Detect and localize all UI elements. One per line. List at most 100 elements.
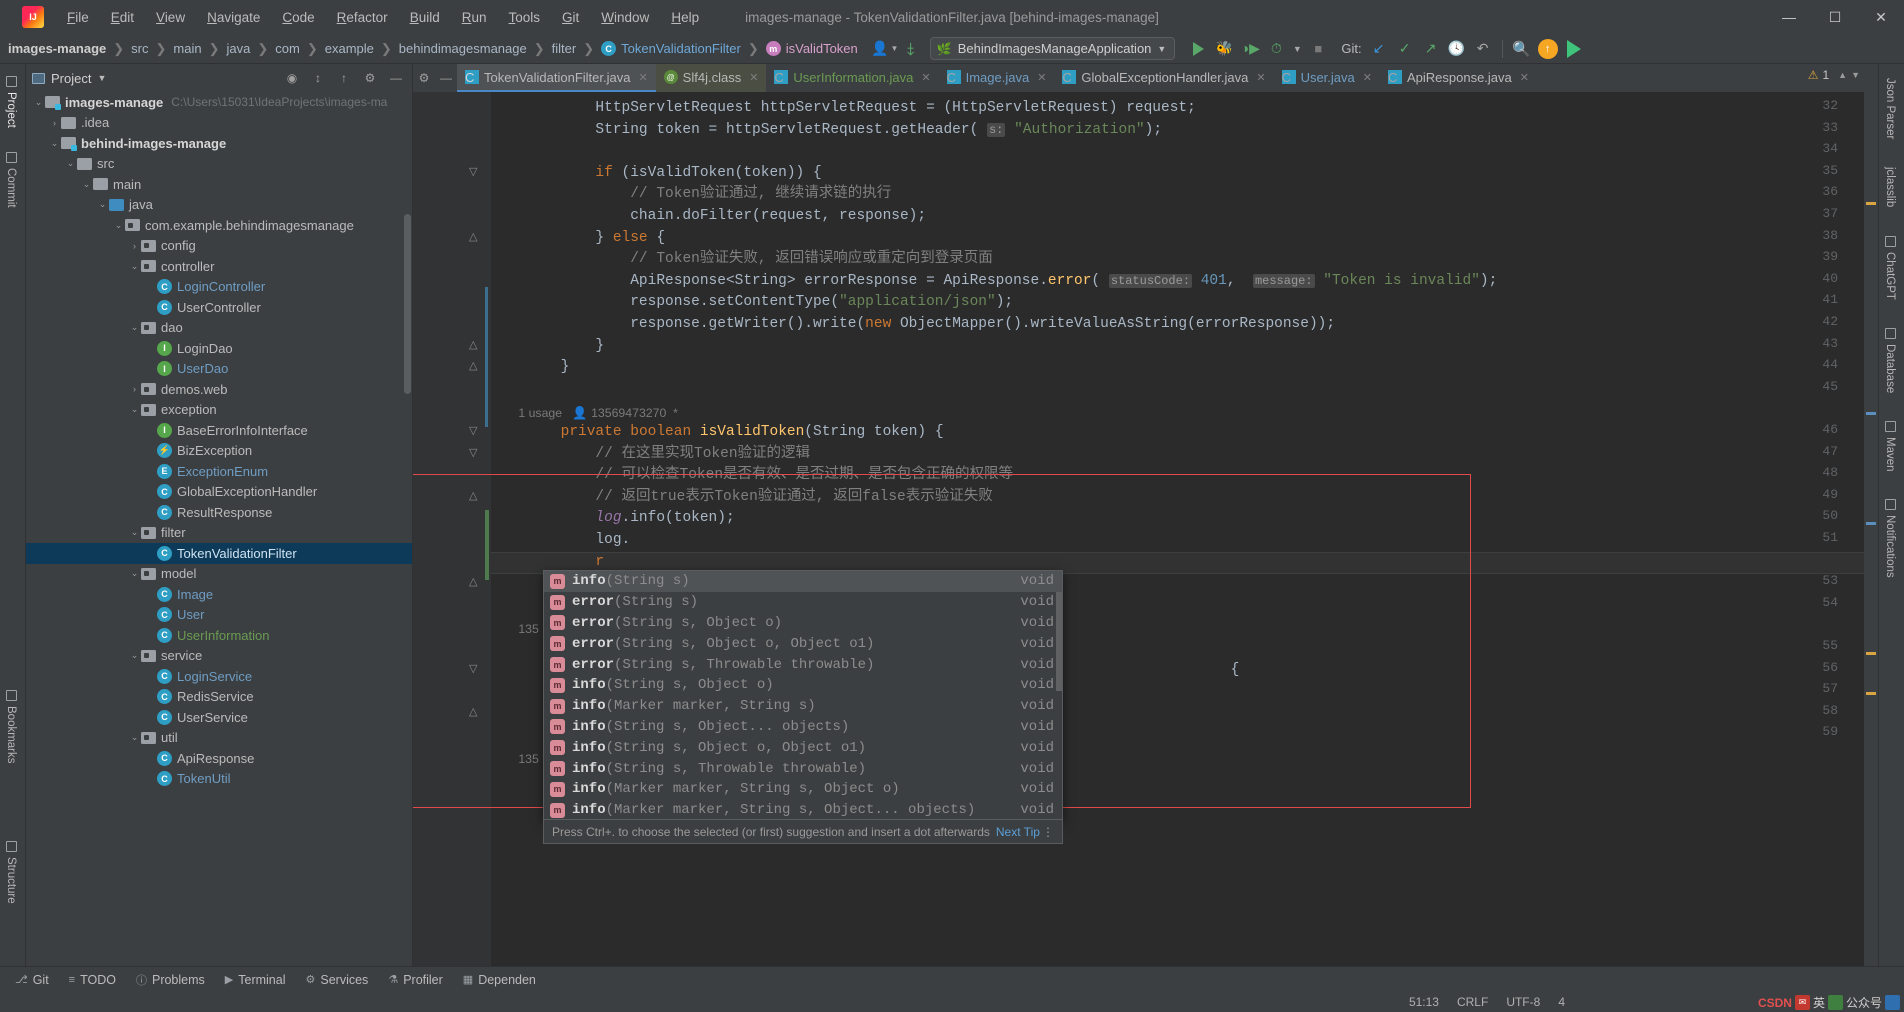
menu-item-code[interactable]: Code	[271, 7, 325, 28]
tool-window-commit[interactable]: Commit	[0, 144, 22, 216]
tool-window-chatgpt[interactable]: ChatGPT	[1879, 228, 1901, 308]
debug-button[interactable]: 🐝	[1211, 36, 1237, 62]
tree-item[interactable]: I LoginDao	[26, 338, 412, 359]
autocomplete-item[interactable]: m info (Marker marker, String s, Object...…	[544, 800, 1062, 819]
breadcrumb-item-behindimagesmanage[interactable]: behindimagesmanage	[399, 41, 527, 56]
tree-item[interactable]: ⚡ BizException	[26, 441, 412, 462]
tree-item[interactable]: E ExceptionEnum	[26, 461, 412, 482]
autocomplete-item[interactable]: m error (String s, Object o, Object o1) voi…	[544, 633, 1062, 654]
tree-item[interactable]: I BaseErrorInfoInterface	[26, 420, 412, 441]
tree-item[interactable]: ⌄ images-manage C:\Users\15031\IdeaProject…	[26, 92, 412, 113]
close-tab-icon[interactable]: ✕	[638, 71, 647, 84]
autocomplete-item[interactable]: m info (String s) void	[544, 571, 1062, 592]
chevron-down-icon[interactable]: ⌄	[128, 404, 141, 415]
tree-item[interactable]: C UserController	[26, 297, 412, 318]
tree-item[interactable]: C LoginController	[26, 277, 412, 298]
close-tab-icon[interactable]: ✕	[921, 71, 930, 84]
chevron-down-icon[interactable]: ▼	[97, 73, 106, 83]
update-project-icon[interactable]: ↙	[1366, 36, 1392, 62]
tree-item-selected[interactable]: C TokenValidationFilter	[26, 543, 412, 564]
inspection-status[interactable]: ⚠ 1 ▲ ▼	[1808, 68, 1860, 82]
tree-item[interactable]: C UserInformation	[26, 625, 412, 646]
chevron-down-icon[interactable]: ⌄	[128, 650, 141, 661]
close-tab-icon[interactable]: ✕	[1520, 71, 1529, 84]
tree-item[interactable]: ⌄ exception	[26, 400, 412, 421]
autocomplete-item[interactable]: m info (Marker marker, String s) void	[544, 696, 1062, 717]
tree-item[interactable]: C TokenUtil	[26, 769, 412, 790]
idea-assistant-icon[interactable]	[1561, 36, 1587, 62]
bottom-tool-git[interactable]: ⎇ Git	[6, 971, 58, 989]
bottom-tool-terminal[interactable]: ▶ Terminal	[216, 971, 295, 989]
expand-all-icon[interactable]: ↕	[308, 71, 328, 85]
tree-item[interactable]: ⌄ util	[26, 728, 412, 749]
autocomplete-popup[interactable]: m info (String s) void m error (String s) void m…	[543, 570, 1063, 820]
select-opened-file-icon[interactable]: ◉	[282, 71, 302, 85]
run-with-coverage-button[interactable]: ◑▶	[1237, 36, 1263, 62]
editor-tab-slf4j-class[interactable]: @ Slf4j.class ✕	[655, 64, 767, 92]
menu-item-navigate[interactable]: Navigate	[196, 7, 271, 28]
breadcrumb-item-example[interactable]: example	[325, 41, 374, 56]
file-encoding[interactable]: UTF-8	[1497, 995, 1549, 1009]
autocomplete-item[interactable]: m info (String s, Object o, Object o1) void	[544, 737, 1062, 758]
project-scrollbar[interactable]	[404, 214, 411, 394]
tree-item[interactable]: C ApiResponse	[26, 748, 412, 769]
tree-item[interactable]: › demos.web	[26, 379, 412, 400]
tool-window-bookmarks[interactable]: Bookmarks	[0, 682, 22, 772]
commit-icon[interactable]: ✓	[1392, 36, 1418, 62]
chevron-down-icon[interactable]: ⌄	[48, 138, 61, 149]
settings-gear-icon[interactable]: ⚙	[360, 71, 380, 85]
autocomplete-item[interactable]: m info (String s, Object... objects) void	[544, 717, 1062, 738]
profiler-button[interactable]: ⏱	[1263, 36, 1289, 62]
run-button[interactable]	[1185, 36, 1211, 62]
code-editor[interactable]: 32 33 34 35 36 37 38 39 40 41 42 43 44 45 46 47 48 49 50 51…	[413, 92, 1878, 972]
push-icon[interactable]: ↗	[1418, 36, 1444, 62]
chevron-down-icon[interactable]: ⌄	[64, 158, 77, 169]
close-tab-icon[interactable]: ✕	[1256, 71, 1265, 84]
marker-change[interactable]	[1866, 522, 1876, 525]
make-project-icon[interactable]: ⤈	[898, 36, 924, 62]
breadcrumb-item-com[interactable]: com	[275, 41, 300, 56]
caret-position[interactable]: 51:13	[1400, 995, 1448, 1009]
more-run-options-icon[interactable]: ▼	[1289, 36, 1305, 62]
project-tree[interactable]: ⌄ images-manage C:\Users\15031\IdeaProject…	[26, 92, 412, 972]
marker-warning[interactable]	[1866, 652, 1876, 655]
menu-item-git[interactable]: Git	[551, 7, 590, 28]
menu-item-build[interactable]: Build	[399, 7, 451, 28]
bottom-tool-dependen[interactable]: ▦ Dependen	[454, 971, 545, 989]
chevron-down-icon[interactable]: ⌄	[128, 527, 141, 538]
breadcrumb-item-images-manage[interactable]: images-manage	[8, 41, 106, 56]
tool-window-database[interactable]: Database	[1879, 320, 1901, 401]
stop-button[interactable]: ■	[1305, 36, 1331, 62]
tree-item[interactable]: ⌄ service	[26, 646, 412, 667]
bottom-tool-todo[interactable]: ≡ TODO	[60, 971, 125, 989]
tree-item[interactable]: › .idea	[26, 113, 412, 134]
fold-marker[interactable]: △	[469, 575, 477, 588]
history-icon[interactable]: 🕓	[1444, 36, 1470, 62]
tree-item[interactable]: C ResultResponse	[26, 502, 412, 523]
bottom-tool-problems[interactable]: ⓘ Problems	[127, 970, 214, 990]
fold-marker[interactable]: △	[469, 338, 477, 351]
tree-item[interactable]: ⌄ com.example.behindimagesmanage	[26, 215, 412, 236]
breadcrumb-item-isvalidtoken[interactable]: m isValidToken	[765, 41, 858, 56]
next-tip-link[interactable]: Next Tip	[996, 825, 1040, 839]
marker-warning[interactable]	[1866, 692, 1876, 695]
autocomplete-item[interactable]: m info (String s, Object o) void	[544, 675, 1062, 696]
editor-tab-globalexceptionhandler-java[interactable]: C GlobalExceptionHandler.java ✕	[1054, 64, 1273, 92]
close-tab-icon[interactable]: ✕	[1037, 71, 1046, 84]
chevron-right-icon[interactable]: ›	[128, 241, 141, 251]
tool-window-jclasslib[interactable]: jclasslib	[1879, 159, 1901, 215]
close-button[interactable]: ✕	[1858, 0, 1904, 34]
tree-item[interactable]: C GlobalExceptionHandler	[26, 482, 412, 503]
bottom-tool-profiler[interactable]: ⚗ Profiler	[379, 971, 451, 989]
editor-markers-column[interactable]	[1864, 92, 1878, 972]
menu-item-help[interactable]: Help	[660, 7, 710, 28]
breadcrumb-item-filter[interactable]: filter	[552, 41, 577, 56]
fold-marker[interactable]: △	[469, 705, 477, 718]
menu-item-file[interactable]: File	[56, 7, 100, 28]
chevron-right-icon[interactable]: ›	[48, 118, 61, 128]
chevron-down-icon[interactable]: ⌄	[128, 732, 141, 743]
menu-item-window[interactable]: Window	[590, 7, 660, 28]
chevron-down-icon[interactable]: ⌄	[128, 322, 141, 333]
tree-item[interactable]: C UserService	[26, 707, 412, 728]
fold-marker[interactable]: ▽	[469, 165, 477, 178]
